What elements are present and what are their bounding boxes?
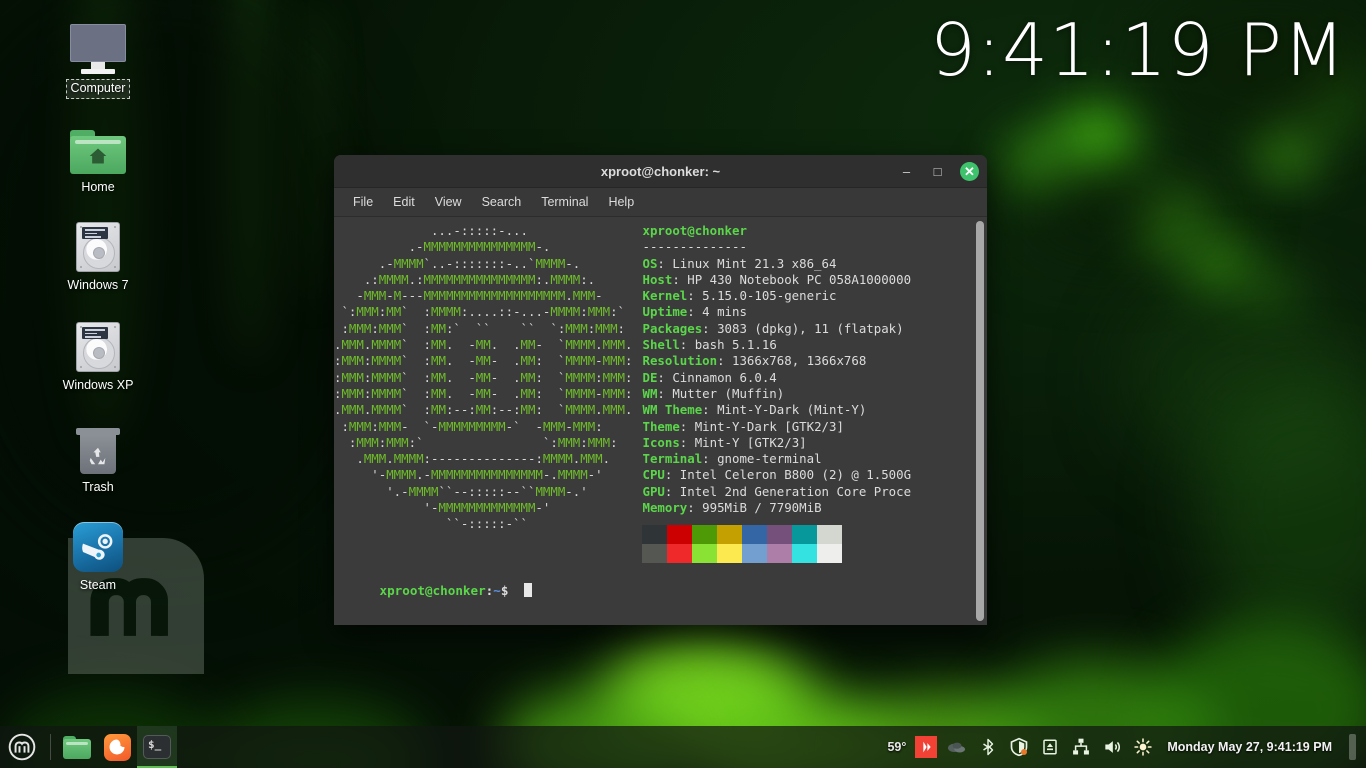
text-cursor: [524, 583, 532, 597]
shell-prompt[interactable]: xproot@chonker:~$: [334, 567, 532, 616]
menu-item-edit[interactable]: Edit: [384, 191, 424, 213]
desktop-icon-label: Windows 7: [63, 277, 132, 295]
brightness-icon[interactable]: [1132, 736, 1154, 758]
menu-item-help[interactable]: Help: [599, 191, 643, 213]
taskbar-separator: [50, 734, 51, 760]
palette-swatch: [642, 525, 667, 544]
bluetooth-icon[interactable]: [977, 736, 999, 758]
desktop-icon-windows-7[interactable]: Windows 7: [46, 218, 150, 295]
taskbar-clock[interactable]: Monday May 27, 9:41:19 PM: [1163, 740, 1340, 754]
desktop-icon-label: Trash: [78, 479, 118, 497]
firefox-icon: [104, 734, 131, 761]
desktop-icon-windows-xp[interactable]: Windows XP: [46, 318, 150, 395]
hard-drive-icon: [46, 318, 150, 372]
wallpaper-glow: [1200, 380, 1366, 640]
show-desktop-button[interactable]: [1349, 734, 1356, 760]
wallpaper-bokeh: [1060, 110, 1138, 170]
taskbar[interactable]: $_ 59°: [0, 726, 1366, 768]
system-tray: 59°: [887, 726, 1366, 768]
palette-swatch: [817, 525, 842, 544]
update-manager-shield-icon[interactable]: [1008, 736, 1030, 758]
desktop-icon-trash[interactable]: Trash: [46, 420, 150, 497]
files-launcher[interactable]: [57, 726, 97, 768]
neofetch-ascii-logo: ...-:::::-... .-MMMMMMMMMMMMMMM-. .-MMMM…: [334, 223, 632, 563]
palette-swatch: [667, 544, 692, 563]
desktop-icon-label: Home: [77, 179, 118, 197]
minimize-button[interactable]: –: [898, 163, 915, 180]
terminal-output-area[interactable]: ...-:::::-... .-MMMMMMMMMMMMMMM-. .-MMMM…: [334, 217, 987, 625]
wallpaper-bokeh: [1190, 240, 1244, 288]
terminal-window[interactable]: xproot@chonker: ~ – □ ✕ File Edit View S…: [334, 155, 987, 625]
maximize-button[interactable]: □: [929, 163, 946, 180]
terminal-menubar: File Edit View Search Terminal Help: [334, 188, 987, 217]
palette-swatch: [742, 525, 767, 544]
palette-swatch: [742, 544, 767, 563]
mint-menu-button[interactable]: [0, 726, 44, 768]
palette-swatch: [767, 544, 792, 563]
temperature-indicator[interactable]: 59°: [887, 740, 906, 754]
steam-icon: [46, 518, 150, 572]
desktop-icon-computer[interactable]: Computer: [46, 20, 150, 99]
neofetch-color-palette: [642, 525, 911, 563]
computer-monitor-icon: [46, 20, 150, 74]
desktop-icon-label: Windows XP: [59, 377, 138, 395]
network-icon[interactable]: [1070, 736, 1092, 758]
neofetch-info-block: xproot@chonker -------------- OS: Linux …: [632, 223, 911, 516]
palette-swatch: [642, 544, 667, 563]
palette-swatch: [717, 525, 742, 544]
palette-swatch: [667, 525, 692, 544]
taskbar-left: $_: [0, 726, 177, 768]
weather-cloud-icon[interactable]: [946, 736, 968, 758]
palette-swatch: [792, 544, 817, 563]
prompt-user-host: xproot@chonker: [380, 583, 486, 598]
palette-row-bright: [642, 544, 911, 563]
menu-item-terminal[interactable]: Terminal: [532, 191, 597, 213]
desktop-icon-label: Steam: [76, 577, 120, 595]
close-button[interactable]: ✕: [960, 162, 979, 181]
palette-swatch: [792, 525, 817, 544]
terminal-titlebar[interactable]: xproot@chonker: ~ – □ ✕: [334, 155, 987, 188]
menu-item-view[interactable]: View: [426, 191, 471, 213]
palette-swatch: [767, 525, 792, 544]
menu-item-file[interactable]: File: [344, 191, 382, 213]
wallpaper-shape: [1020, 175, 1220, 245]
menu-item-search[interactable]: Search: [473, 191, 531, 213]
palette-swatch: [692, 525, 717, 544]
terminal-launcher[interactable]: $_: [137, 726, 177, 768]
volume-icon[interactable]: [1101, 736, 1123, 758]
palette-swatch: [692, 544, 717, 563]
palette-swatch: [817, 544, 842, 563]
palette-row-normal: [642, 525, 911, 544]
folder-icon: [63, 736, 91, 759]
terminal-icon: $_: [143, 735, 171, 759]
prompt-path: ~: [493, 583, 501, 598]
desktop-icon-steam[interactable]: Steam: [46, 518, 150, 595]
firefox-launcher[interactable]: [97, 726, 137, 768]
desktop-icon-home[interactable]: Home: [46, 120, 150, 197]
desktop-icon-label: Computer: [66, 79, 131, 99]
trash-icon: [46, 420, 150, 474]
hamster-time-tracker-icon[interactable]: [915, 736, 937, 758]
terminal-scrollbar[interactable]: [973, 217, 987, 625]
hard-drive-icon: [46, 218, 150, 272]
window-title: xproot@chonker: ~: [334, 164, 987, 179]
removable-media-eject-icon[interactable]: [1039, 736, 1061, 758]
home-folder-icon: [46, 120, 150, 174]
palette-swatch: [717, 544, 742, 563]
desktop-clock-widget: 9:41:19 PM: [930, 14, 1346, 86]
window-controls: – □ ✕: [898, 162, 979, 181]
scrollbar-thumb[interactable]: [976, 221, 984, 621]
mint-menu-icon: [8, 733, 36, 761]
